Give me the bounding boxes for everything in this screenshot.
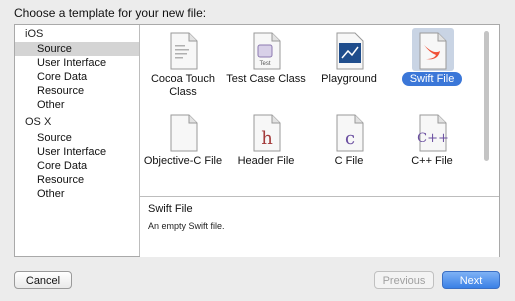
swift-document-icon — [170, 32, 198, 70]
sidebar-item-ios-other[interactable]: Other — [15, 98, 139, 112]
header-h-icon: h — [253, 114, 281, 152]
template-cpp-file[interactable]: C++ C++ File — [390, 109, 474, 189]
template-label: C File — [334, 155, 364, 167]
template-label: Playground — [321, 73, 377, 85]
sidebar-item-ios-core-data[interactable]: Core Data — [15, 70, 139, 84]
sidebar-item-ios-user-interface[interactable]: User Interface — [15, 56, 139, 70]
template-label: Cocoa Touch Class — [150, 73, 215, 98]
description-text: An empty Swift file. — [148, 221, 225, 231]
test-case-document-icon: Test — [253, 32, 281, 70]
section-osx: OS X — [25, 116, 52, 128]
cpp-file-icon: C++ — [417, 114, 449, 152]
svg-text:h: h — [261, 128, 273, 149]
blank-document-icon — [170, 114, 198, 152]
next-button[interactable]: Next — [442, 271, 500, 289]
previous-button[interactable]: Previous — [374, 271, 434, 289]
sidebar-item-osx-user-interface[interactable]: User Interface — [15, 145, 139, 159]
sidebar-item-ios-source[interactable]: Source — [15, 42, 139, 56]
section-ios: iOS — [25, 28, 44, 40]
dialog-title: Choose a template for your new file: — [14, 6, 207, 20]
playground-icon — [336, 32, 364, 70]
template-label: Objective-C File — [143, 155, 223, 167]
platform-sidebar: iOS Source User Interface Core Data Reso… — [15, 25, 140, 256]
template-label: C++ File — [411, 155, 453, 167]
template-label: Swift File — [390, 72, 474, 86]
sidebar-item-osx-resource[interactable]: Resource — [15, 173, 139, 187]
description-title: Swift File — [148, 203, 193, 215]
svg-text:c: c — [345, 128, 355, 149]
cancel-button[interactable]: Cancel — [14, 271, 72, 289]
sidebar-item-osx-core-data[interactable]: Core Data — [15, 159, 139, 173]
template-label: Header File — [237, 155, 295, 167]
new-file-dialog: Choose a template for your new file: iOS… — [0, 0, 515, 301]
svg-text:Test: Test — [259, 61, 270, 67]
grid-scrollbar[interactable] — [484, 31, 489, 161]
template-description: Swift File An empty Swift file. — [140, 196, 499, 257]
template-swift-file[interactable]: Swift File — [390, 27, 474, 107]
template-label: Test Case Class — [226, 73, 306, 85]
svg-text:C++: C++ — [417, 131, 449, 146]
template-panel: iOS Source User Interface Core Data Reso… — [14, 24, 500, 257]
swift-file-icon — [419, 32, 447, 70]
template-test-case-class[interactable]: Test Test Case Class — [224, 27, 308, 107]
template-c-file[interactable]: c C File — [307, 109, 391, 189]
sidebar-item-ios-resource[interactable]: Resource — [15, 84, 139, 98]
sidebar-item-osx-other[interactable]: Other — [15, 187, 139, 201]
template-cocoa-touch-class[interactable]: Cocoa Touch Class — [141, 27, 225, 107]
template-grid: Cocoa Touch Class Test Test Case Class P… — [140, 25, 491, 196]
sidebar-item-osx-source[interactable]: Source — [15, 131, 139, 145]
template-header-file[interactable]: h Header File — [224, 109, 308, 189]
template-objective-c-file[interactable]: Objective-C File — [141, 109, 225, 189]
template-playground[interactable]: Playground — [307, 27, 391, 107]
c-file-icon: c — [336, 114, 364, 152]
